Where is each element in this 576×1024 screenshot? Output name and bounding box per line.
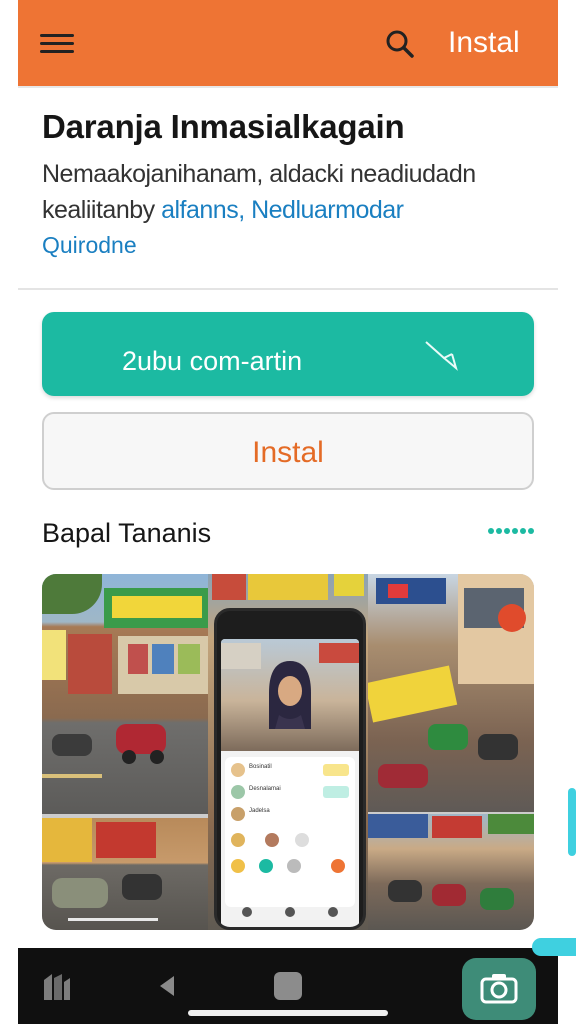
gallery-image-street-right[interactable] <box>368 574 534 812</box>
corner-accent <box>532 938 576 956</box>
camera-button[interactable] <box>462 958 536 1020</box>
appbar-install-button[interactable]: Instal <box>448 26 520 60</box>
person-image <box>269 661 311 729</box>
mockup-screen: Bosinatil Desnalamai Jadelsa <box>221 639 359 927</box>
appbar-shadow <box>18 86 558 88</box>
mockup-list: Bosinatil Desnalamai Jadelsa <box>225 757 355 907</box>
phone-screen: Instal Daranja Inmasialkagain Nemaakojan… <box>18 0 558 1024</box>
hamburger-menu-icon[interactable] <box>40 34 74 56</box>
mockup-photo <box>221 639 359 751</box>
search-icon[interactable] <box>384 28 416 60</box>
mockup-row: Jadelsa <box>231 805 349 823</box>
mockup-row <box>231 857 349 875</box>
page-title: Daranja Inmasialkagain <box>42 108 405 145</box>
back-icon[interactable] <box>160 976 174 996</box>
primary-action-button[interactable]: 2ubu com-artin <box>42 312 534 396</box>
arrow-icon <box>425 341 458 371</box>
app-bar: Instal <box>18 0 558 86</box>
more-dots-icon[interactable] <box>488 528 534 536</box>
section-title: Bapal Tananis <box>42 518 212 548</box>
phone-mockup: Bosinatil Desnalamai Jadelsa <box>214 608 366 930</box>
gallery-image-street-bottom-left[interactable] <box>42 818 208 930</box>
camera-icon <box>480 974 518 1004</box>
app-drawer-icon[interactable] <box>40 970 74 1004</box>
divider <box>18 288 558 290</box>
gallery-image-street-bottom-right[interactable] <box>368 814 534 930</box>
description-line-3[interactable]: Quirodne <box>42 232 137 259</box>
home-gesture-bar[interactable] <box>188 1010 388 1016</box>
mockup-row: Bosinatil <box>231 761 349 779</box>
description-line-1: Nemaakojanihanam, aldacki neadiudadn <box>42 160 476 188</box>
mockup-dock <box>225 901 355 923</box>
install-button-label: Instal <box>252 436 324 469</box>
install-button[interactable]: Instal <box>42 412 534 490</box>
primary-action-label: 2ubu com-artin <box>122 346 303 376</box>
description-line-2: kealiitanby alfanns, Nedluarmodar <box>42 196 404 225</box>
mockup-row: Desnalamai <box>231 783 349 801</box>
mockup-row <box>231 831 349 849</box>
gallery-image-street-left[interactable] <box>42 574 208 814</box>
edge-handle[interactable] <box>568 788 576 856</box>
description-line-2-text: kealiitanby <box>42 196 162 224</box>
screenshot-gallery[interactable]: Bosinatil Desnalamai Jadelsa <box>42 574 534 930</box>
recents-icon[interactable] <box>274 972 302 1000</box>
description-link[interactable]: alfanns, Nedluarmodar <box>161 196 404 224</box>
